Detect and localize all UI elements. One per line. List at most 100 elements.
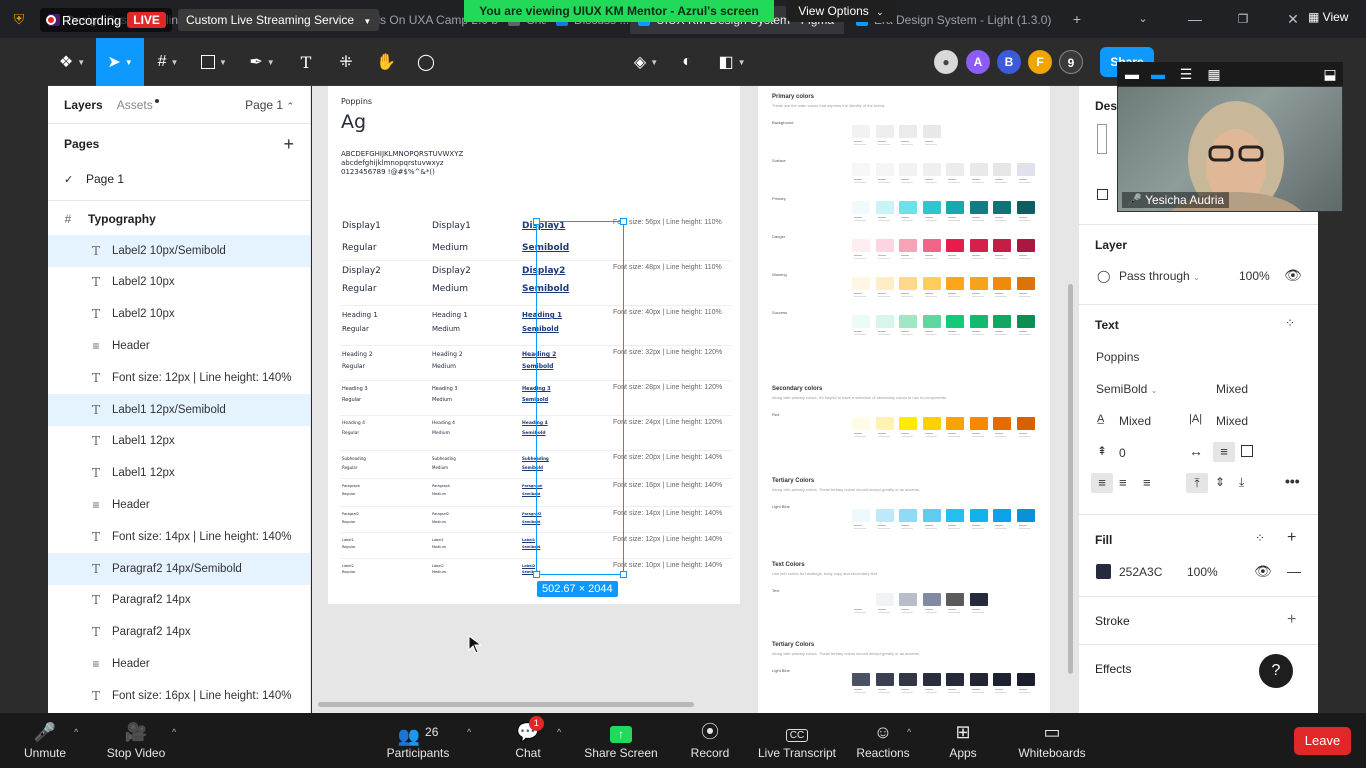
collaborator-avatar[interactable]: B [997,50,1021,74]
layer-row[interactable]: T Label2 10px/Semibold [48,234,310,267]
color-swatch[interactable] [875,593,894,606]
color-swatch[interactable] [899,315,917,328]
exit-fullscreen-icon[interactable]: ⬓ [1319,63,1341,85]
color-swatch[interactable] [922,125,941,138]
color-swatch[interactable] [969,673,988,686]
color-palette-frame[interactable]: Primary colors These are the main colors … [758,86,1050,713]
layer-row[interactable]: T Paragraf2 14px [48,616,310,648]
gallery-view-icon[interactable]: ▦ [1203,63,1225,85]
help-button[interactable]: ? [1259,654,1293,688]
color-swatch[interactable] [993,239,1011,252]
mask-button[interactable]: ◐ [672,38,702,86]
layer-row[interactable]: ≡ Header [48,330,310,362]
tab-assets[interactable]: Assets [117,98,159,112]
fixed-size-icon[interactable] [1241,445,1253,457]
color-swatch[interactable] [969,277,988,290]
auto-height-icon[interactable]: ≡ [1213,442,1235,462]
fill-hex-input[interactable]: 252A3C [1119,565,1162,579]
font-family-select[interactable]: Poppins [1096,350,1139,364]
color-swatch[interactable] [922,239,941,252]
color-swatch[interactable] [875,201,894,214]
add-page-icon[interactable]: + [283,134,294,155]
align-bottom-icon[interactable]: ⤓ [1239,475,1244,490]
color-swatch[interactable] [875,509,894,522]
color-swatch[interactable] [852,239,870,252]
minimize-video-icon[interactable]: ▬ [1121,63,1143,85]
color-swatch[interactable] [875,315,894,328]
color-swatch[interactable] [1016,673,1035,686]
color-swatch[interactable] [922,417,941,430]
layer-row[interactable]: T Font size: 14px | Line height: 140% [48,521,310,553]
color-swatch[interactable] [875,417,894,430]
layer-row[interactable]: T Font size: 16px | Line height: 140% [48,680,310,712]
color-swatch[interactable] [899,509,917,522]
layer-row[interactable]: T Paragraf2 14px [48,585,310,617]
eye-visibility-icon[interactable]: 👁 [1284,267,1302,284]
color-swatch[interactable] [969,315,988,328]
color-swatch[interactable] [899,277,917,290]
eye-visibility-icon[interactable]: 👁 [1254,563,1272,580]
main-menu-button[interactable]: ❖ ▼ [48,38,96,86]
color-swatch[interactable] [922,201,941,214]
color-swatch[interactable] [969,201,988,214]
apps-button[interactable]: ⊞ Apps [938,713,988,768]
color-swatch[interactable] [993,277,1011,290]
color-swatch[interactable] [1016,201,1035,214]
shape-tool-button[interactable]: ▼ [194,38,234,86]
color-swatch[interactable] [875,277,894,290]
fill-opacity-input[interactable]: 100% [1187,565,1218,579]
close-window-icon[interactable]: ✕ [1282,8,1304,30]
page-item[interactable]: ✓ Page 1 [48,164,310,194]
collaborator-avatar[interactable]: F [1028,50,1052,74]
layer-row[interactable]: T Label2 10px [48,267,310,299]
color-swatch[interactable] [852,509,870,522]
color-swatch[interactable] [899,125,917,138]
color-swatch[interactable] [946,239,964,252]
align-right-icon[interactable]: ≡ [1143,475,1151,490]
letter-spacing-input[interactable]: Mixed [1216,414,1248,428]
color-swatch[interactable] [922,315,941,328]
avatar-photo[interactable]: ● [934,50,958,74]
font-weight-select[interactable]: SemiBold ⌄ [1096,382,1157,396]
color-swatch[interactable] [969,163,988,176]
color-swatch[interactable] [852,125,870,138]
color-swatch[interactable] [946,417,964,430]
color-swatch[interactable] [969,417,988,430]
chat-options-caret[interactable]: ^ [557,727,561,737]
color-swatch[interactable] [922,593,941,606]
font-size-input[interactable]: Mixed [1216,382,1248,396]
color-swatch[interactable] [1016,315,1035,328]
align-top-icon[interactable]: ⤒ [1186,473,1208,493]
design-canvas[interactable]: Poppins Ag ABCDEFGHIJKLMNOPQRSTUVWXYZ ab… [312,86,1078,713]
restore-icon[interactable]: ❐ [1232,8,1254,30]
color-swatch[interactable] [922,509,941,522]
line-height-input[interactable]: Mixed [1119,414,1151,428]
color-swatch[interactable] [946,593,964,606]
participants-button[interactable]: 👥 26 Participants [380,713,456,768]
color-swatch[interactable] [922,277,941,290]
color-swatch[interactable] [899,673,917,686]
resize-handle[interactable] [620,218,627,225]
move-tool-button[interactable]: ➤ ▼ [96,38,144,86]
color-swatch[interactable] [1016,239,1035,252]
layer-row[interactable]: T Label1 12px [48,426,310,458]
share-screen-button[interactable]: ↑ Share Screen [582,713,660,768]
typography-frame[interactable]: Poppins Ag ABCDEFGHIJKLMNOPQRSTUVWXYZ ab… [328,86,740,604]
color-swatch[interactable] [969,593,988,606]
color-swatch[interactable] [852,417,870,430]
pen-tool-button[interactable]: ✒ ▼ [242,38,282,86]
tab-layers[interactable]: Layers [64,98,103,112]
brave-shield-icon[interactable]: ⛨ [8,8,30,30]
participant-video[interactable]: 🎤 Yesicha Audria [1117,86,1343,212]
selection-box[interactable] [533,218,627,578]
layer-row[interactable]: T Font size: 12px | Line height: 140% [48,362,310,394]
leave-button[interactable]: Leave [1294,727,1351,755]
resize-handle[interactable] [533,571,540,578]
boolean-ops-button[interactable]: ◧ ▼ [712,38,752,86]
color-swatch[interactable] [946,509,964,522]
color-swatch[interactable] [1016,417,1035,430]
color-swatch[interactable] [875,239,894,252]
unmute-button[interactable]: 🎤 Unmute [14,713,76,768]
collaborator-avatar[interactable]: A [966,50,990,74]
color-swatch[interactable] [946,315,964,328]
